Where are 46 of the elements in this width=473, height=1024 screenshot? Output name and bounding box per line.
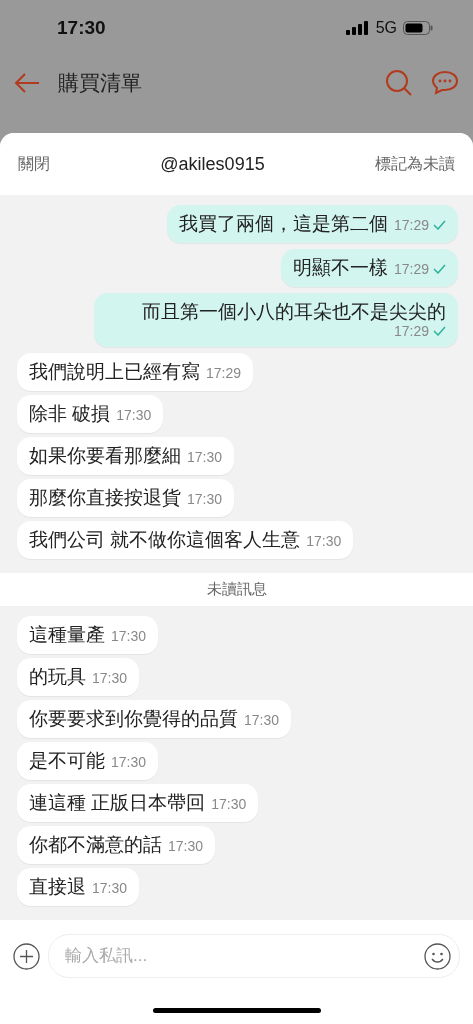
message-text: 連這種 正版日本帶回 [29,792,206,814]
page-title: 購買清單 [58,69,143,96]
message-time: 17:29 [393,261,429,277]
message-text: 是不可能 [29,750,105,772]
message-text: 我買了兩個，這是第二個 [178,213,388,235]
message-text: 而且第一個小八的耳朵也不是尖尖的 [142,301,446,323]
message-time: 17:30 [244,712,280,728]
message-time: 17:30 [168,838,204,854]
chat-icon[interactable] [431,69,459,96]
search-icon[interactable] [385,68,413,97]
message-time: 17:30 [92,670,128,686]
message-time: 17:30 [187,491,223,507]
message-time: 17:30 [92,880,128,896]
emoji-icon[interactable] [424,942,451,970]
message-time: 17:29 [206,365,242,381]
network-label: 5G [375,18,397,37]
battery-icon [403,20,433,35]
message-input-field[interactable]: 輸入私訊... [48,934,460,978]
message-time: 17:30 [111,628,147,644]
message-time: 17:30 [211,796,247,812]
signal-icon [345,20,370,35]
message-text: 直接退 [29,876,86,898]
back-arrow-icon[interactable] [14,72,40,93]
message-time: 17:30 [111,754,147,770]
message-text: 明顯不一樣 [292,257,388,279]
message-time: 17:29 [393,217,429,233]
message-text: 的玩具 [29,666,86,688]
message-text: 我們說明上已經有寫 [29,361,200,383]
status-time: 17:30 [57,16,106,39]
message-time: 17:29 [393,323,429,339]
add-icon[interactable] [13,942,40,970]
message-time: 17:30 [187,449,223,465]
close-button[interactable]: 關閉 [18,153,50,175]
message-text: 如果你要看那麼細 [29,445,181,467]
message-text: 這種量產 [29,624,105,646]
message-text: 你要要求到你覺得的品質 [29,708,238,730]
message-text: 你都不滿意的話 [29,834,162,856]
message-text: 除非 破損 [29,403,111,425]
message-input[interactable]: 輸入私訊... [63,945,424,967]
message-time: 17:30 [306,533,342,549]
unread-label: 未讀訊息 [206,580,267,599]
message-time: 17:30 [116,407,152,423]
mark-unread-button[interactable]: 標記為未讀 [375,153,455,175]
message-text: 我們公司 就不做你這個客人生意 [29,529,301,551]
chat-title: @akiles0915 [160,153,265,175]
message-text: 那麼你直接按退貨 [29,487,181,509]
